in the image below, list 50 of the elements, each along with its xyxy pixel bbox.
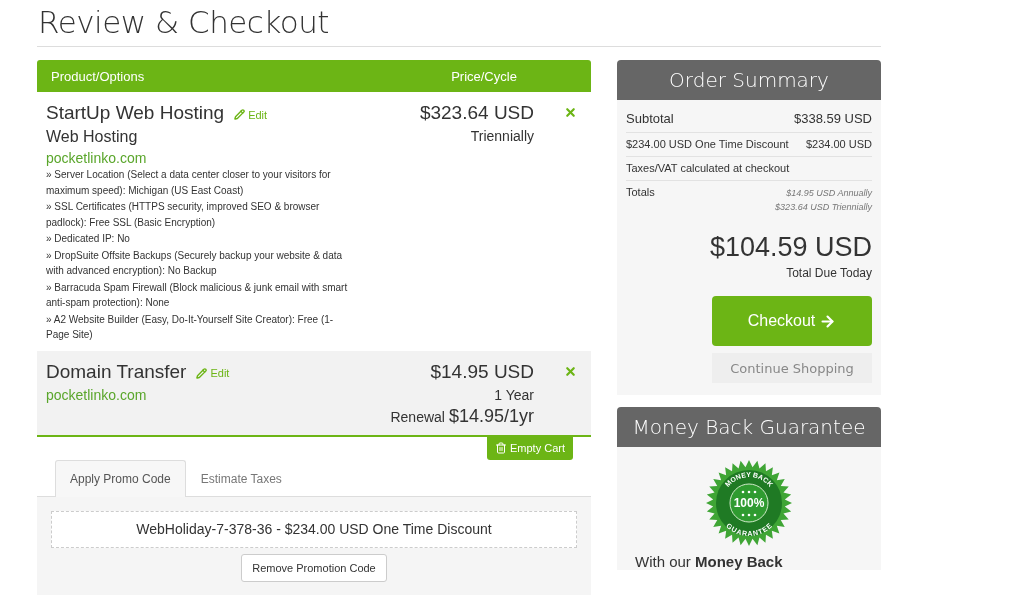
pencil-icon — [234, 109, 246, 120]
applied-promo-code: WebHoliday-7-378-36 - $234.00 USD One Time Discount — [51, 510, 577, 548]
billing-cycle: 1 Year — [494, 386, 534, 403]
option-text: » Dedicated IP: No — [46, 232, 131, 246]
billing-cycle: Triennially — [470, 128, 534, 144]
total-due: $104.59 USD — [709, 232, 872, 263]
renewal-price: $14.95/1yr — [448, 405, 534, 427]
tab[interactable]: Apply Promo Code — [55, 459, 186, 497]
option-text: » Barracuda Spam Firewall (Block malicious & junk email with smart anti-spam protection): None — [46, 280, 349, 310]
seal-icon — [706, 460, 792, 546]
option-text: » SSL Certificates (HTTPS security, improved SEO & browser padlock): Free SSL (Basic Encryption) — [46, 200, 321, 230]
remove-icon[interactable] — [564, 106, 577, 119]
product-name: Domain Transfer — [46, 360, 187, 383]
edit-link[interactable]: Edit — [196, 367, 230, 379]
arrow-right-icon — [819, 312, 837, 330]
pencil-icon — [196, 367, 208, 379]
summary-label: Taxes/VAT calculated at checkout — [626, 162, 790, 174]
summary-value: $234.00 USD — [805, 138, 872, 150]
option-text: » DropSuite Offsite Backups (Securely backup your website & data with advanced encryption): No Backup — [46, 248, 344, 278]
summary-value: $338.59 USD — [793, 111, 872, 126]
summary-label: Subtotal — [626, 111, 674, 126]
seal-text: 100% — [733, 496, 765, 510]
recurring-total: $323.64 USD Triennially — [775, 201, 872, 214]
guarantee-text: With our Money Back — [635, 553, 783, 570]
edit-link[interactable]: Edit — [234, 108, 268, 121]
empty-cart-button[interactable]: Empty Cart — [487, 436, 573, 460]
totals-label: Totals — [626, 186, 655, 200]
summary-label: $234.00 USD One Time Discount — [626, 138, 789, 150]
tab[interactable]: Estimate Taxes — [185, 459, 297, 497]
item-price: $14.95 USD — [430, 360, 534, 383]
product-name: StartUp Web Hosting — [46, 102, 225, 124]
total-caption: Total Due Today — [786, 266, 872, 280]
column-header: Price/Cycle — [450, 68, 518, 84]
page-title: Review & Checkout — [38, 4, 330, 40]
card-title: Money Back Guarantee — [617, 407, 881, 447]
product-group: Web Hosting — [46, 128, 351, 146]
column-header: Product/Options — [51, 68, 146, 84]
checkout-button[interactable]: Checkout — [712, 296, 872, 346]
renewal-label: Renewal — [390, 408, 445, 425]
option-text: » A2 Website Builder (Easy, Do-It-Yourself Site Creator): Free (1-Page Site) — [46, 312, 335, 342]
item-price: $323.64 USD — [419, 102, 534, 124]
trash-icon — [495, 442, 507, 454]
card-title: Order Summary — [617, 60, 881, 100]
domain-name: pocketlinko.com — [46, 150, 148, 166]
remove-promo-button[interactable]: Remove Promotion Code — [241, 553, 387, 582]
option-text: » Server Location (Select a data center closer to your visitors for maximum speed): Michigan (US East Coast) — [46, 168, 332, 198]
remove-icon[interactable] — [564, 364, 577, 378]
continue-shopping-button[interactable]: Continue Shopping — [712, 353, 872, 383]
recurring-total: $14.95 USD Annually — [786, 187, 872, 200]
domain-name: pocketlinko.com — [46, 386, 148, 403]
